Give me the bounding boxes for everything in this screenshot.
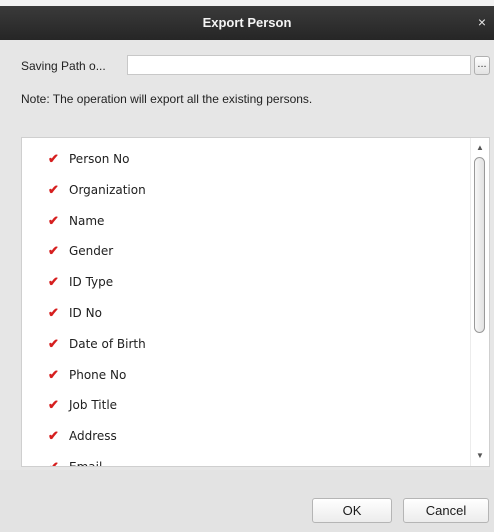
checkmark-icon[interactable]: ✔	[48, 429, 60, 442]
field-checkbox-item[interactable]: ✔ Address	[48, 426, 117, 446]
field-label: Address	[69, 429, 117, 444]
saving-path-label: Saving Path o...	[21, 59, 106, 73]
browse-button[interactable]: ...	[474, 56, 490, 75]
field-label: Person No	[69, 152, 130, 166]
scroll-down-arrow-icon[interactable]: ▼	[471, 448, 489, 464]
field-label: Date of Birth	[69, 336, 146, 351]
title-bar: Export Person ×	[0, 6, 494, 40]
checkmark-icon[interactable]: ✔	[48, 244, 60, 257]
cancel-button[interactable]: Cancel	[403, 498, 489, 523]
vertical-scrollbar[interactable]: ▲ ▼	[470, 138, 489, 466]
checkmark-icon[interactable]: ✔	[48, 398, 60, 411]
field-checkbox-item[interactable]: ✔ Job Title	[48, 395, 117, 415]
field-label: ID No	[69, 306, 102, 320]
dialog-footer: OK Cancel	[0, 470, 494, 532]
field-label: Name	[69, 213, 105, 228]
checkmark-icon[interactable]: ✔	[48, 337, 60, 350]
checkmark-icon[interactable]: ✔	[48, 183, 60, 196]
field-label: Organization	[69, 182, 146, 197]
saving-path-input[interactable]	[127, 55, 471, 75]
field-checkbox-item[interactable]: ✔ ID No	[48, 303, 102, 323]
scroll-thumb[interactable]	[474, 157, 485, 333]
field-checkbox-item[interactable]: ✔ Person No	[48, 149, 129, 169]
scroll-up-arrow-icon[interactable]: ▲	[471, 140, 489, 156]
field-checkbox-item[interactable]: ✔ Organization	[48, 180, 146, 200]
checkmark-icon[interactable]: ✔	[48, 306, 60, 319]
field-checkbox-item[interactable]: ✔ ID Type	[48, 272, 113, 292]
export-note: Note: The operation will export all the …	[21, 92, 313, 106]
field-label: Email	[69, 460, 103, 467]
checkmark-icon[interactable]: ✔	[48, 460, 60, 466]
ok-button[interactable]: OK	[312, 498, 392, 523]
field-checkbox-item[interactable]: ✔ Gender	[48, 241, 113, 261]
saving-path-row: Saving Path o... ...	[0, 54, 494, 78]
field-checkbox-item[interactable]: ✔ Date of Birth	[48, 334, 146, 354]
field-list-box: ✔ Person No ✔ Organization ✔ Name ✔ Gender ✔ ID T…	[21, 137, 490, 467]
checkmark-icon[interactable]: ✔	[48, 152, 60, 165]
field-label: Phone No	[69, 367, 127, 382]
export-person-dialog: Export Person × Saving Path o... ... Not…	[0, 6, 494, 532]
field-label: ID Type	[69, 275, 114, 290]
field-label: Gender	[69, 244, 114, 259]
close-icon[interactable]: ×	[474, 14, 490, 30]
field-checkbox-item[interactable]: ✔ Phone No	[48, 365, 126, 385]
checkmark-icon[interactable]: ✔	[48, 275, 60, 288]
field-checkbox-item[interactable]: ✔ Email	[48, 457, 103, 467]
checkmark-icon[interactable]: ✔	[48, 368, 60, 381]
checkmark-icon[interactable]: ✔	[48, 214, 60, 227]
field-label: Job Title	[69, 398, 118, 413]
field-checkbox-item[interactable]: ✔ Name	[48, 211, 104, 231]
dialog-title: Export Person	[202, 15, 292, 30]
